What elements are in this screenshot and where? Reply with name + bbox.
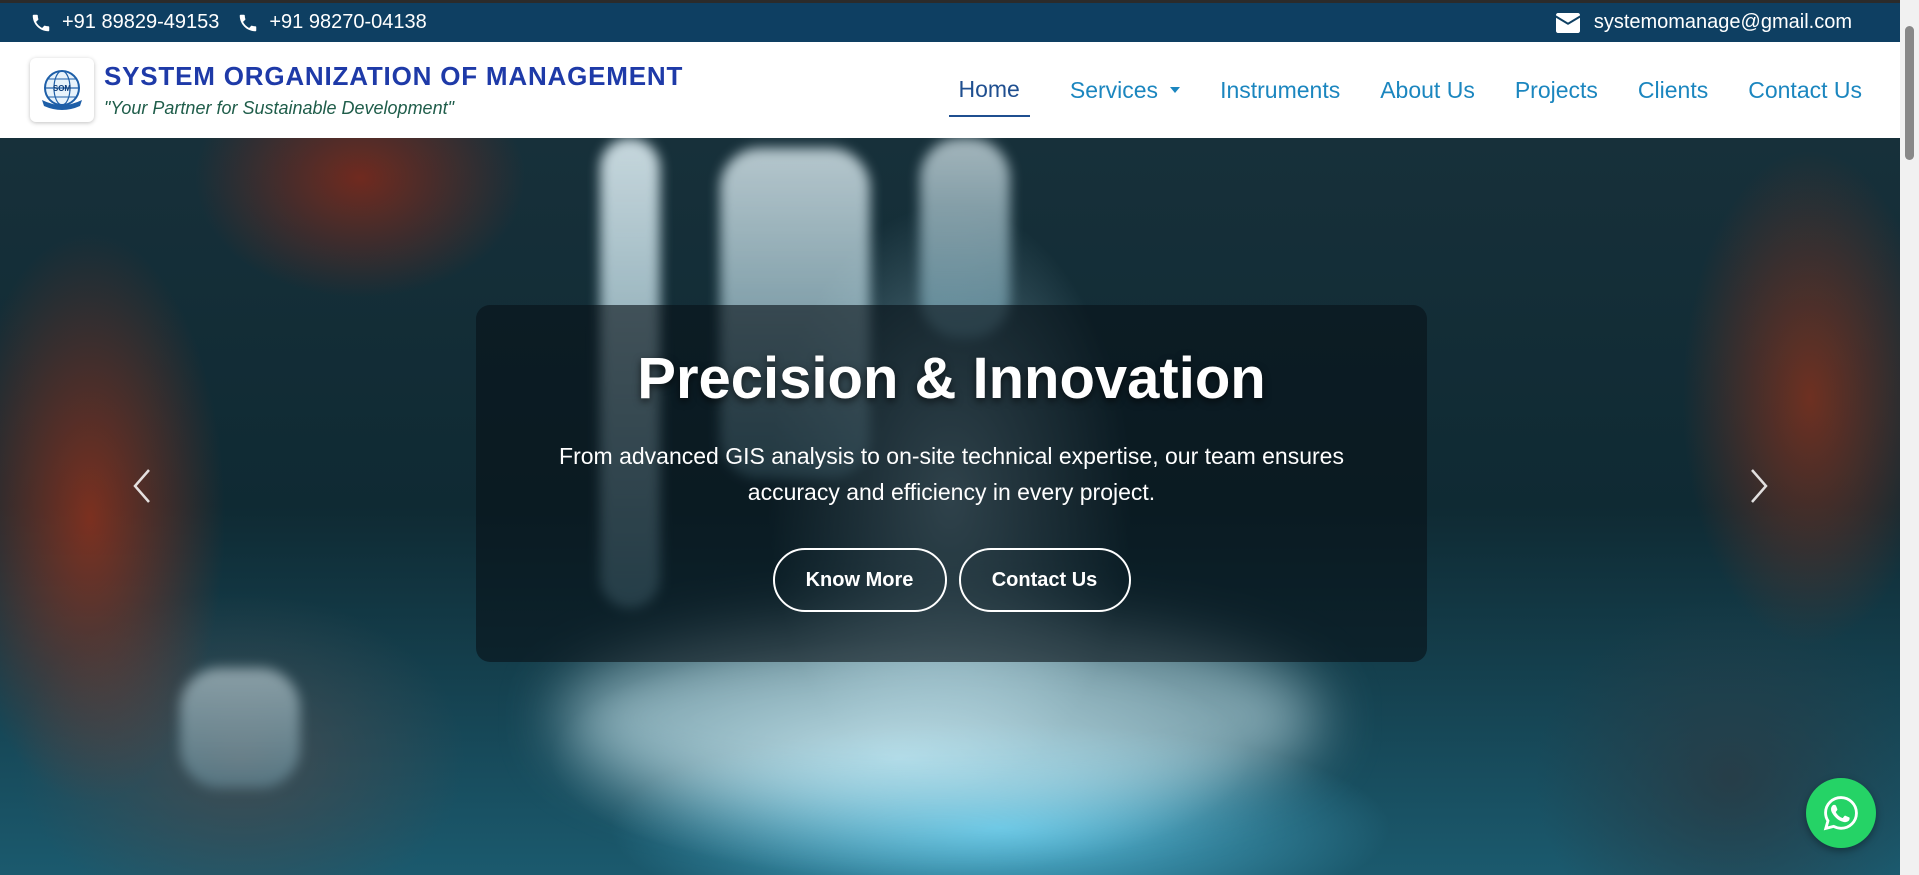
company-tagline: "Your Partner for Sustainable Developmen…: [104, 98, 454, 118]
carousel-next-button[interactable]: [1745, 466, 1773, 506]
nav-item-clients[interactable]: Clients: [1638, 63, 1708, 117]
hero-buttons: Know More Contact Us: [772, 548, 1131, 612]
scrollbar-thumb[interactable]: [1905, 26, 1914, 160]
caret-down-icon: [1170, 87, 1181, 93]
hero-caption-panel: Precision & Innovation From advanced GIS…: [476, 305, 1427, 662]
phone-1-text: +91 89829-49153: [62, 11, 220, 33]
whatsapp-button[interactable]: [1806, 778, 1876, 848]
phone-icon: [32, 14, 50, 31]
nav-item-about-us[interactable]: About Us: [1380, 63, 1475, 117]
whatsapp-icon: [1823, 796, 1858, 831]
hero-title: Precision & Innovation: [637, 346, 1266, 411]
phone-group: +91 89829-49153 +91 98270-04138: [30, 11, 427, 34]
email-contact[interactable]: systemomanage@gmail.com: [1555, 11, 1852, 34]
email-text: systemomanage@gmail.com: [1593, 11, 1852, 33]
company-name: SYSTEM ORGANIZATION OF MANAGEMENT: [104, 61, 684, 91]
brand-text: SYSTEM ORGANIZATION OF MANAGEMENT "Your …: [104, 61, 683, 119]
phone-2[interactable]: +91 98270-04138: [237, 11, 427, 34]
chevron-left-icon: [133, 469, 150, 503]
waterfall-stream: [180, 668, 300, 788]
hero-carousel: Precision & Innovation From advanced GIS…: [0, 138, 1900, 875]
brand[interactable]: SOM SYSTEM ORGANIZATION OF MANAGEMENT "Y…: [30, 58, 683, 122]
top-contact-bar: +91 89829-49153 +91 98270-04138 systemom…: [0, 0, 1900, 42]
nav-label: Instruments: [1220, 76, 1341, 103]
company-logo[interactable]: SOM: [30, 58, 94, 122]
carousel-prev-button[interactable]: [128, 466, 156, 506]
nav-label: Services: [1069, 76, 1159, 103]
nav-label: Projects: [1514, 76, 1598, 103]
know-more-button[interactable]: Know More: [772, 548, 947, 612]
page-scrollbar[interactable]: [1900, 0, 1919, 875]
nav-item-home[interactable]: Home: [948, 63, 1030, 117]
contact-us-button[interactable]: Contact Us: [958, 548, 1131, 612]
hero-subtitle: From advanced GIS analysis to on-site te…: [559, 443, 1344, 505]
globe-logo-icon: SOM: [42, 70, 82, 110]
nav-item-projects[interactable]: Projects: [1515, 63, 1598, 117]
chevron-right-icon: [1751, 469, 1768, 503]
nav-item-instruments[interactable]: Instruments: [1220, 63, 1340, 117]
phone-2-text: +91 98270-04138: [269, 11, 427, 33]
nav-menu: Home Services Instruments About Us Proje…: [948, 42, 1862, 138]
nav-label: Home: [958, 75, 1020, 102]
main-navbar: SOM SYSTEM ORGANIZATION OF MANAGEMENT "Y…: [0, 42, 1900, 138]
envelope-icon: [1555, 12, 1580, 33]
logo-text: SOM: [53, 84, 72, 93]
nav-item-services[interactable]: Services: [1069, 63, 1181, 117]
nav-label: Contact Us: [1748, 76, 1862, 103]
nav-item-contact-us[interactable]: Contact Us: [1748, 63, 1862, 117]
phone-icon: [240, 14, 257, 31]
nav-label: Clients: [1637, 76, 1709, 103]
nav-label: About Us: [1380, 76, 1475, 103]
phone-1[interactable]: +91 89829-49153: [30, 11, 219, 34]
